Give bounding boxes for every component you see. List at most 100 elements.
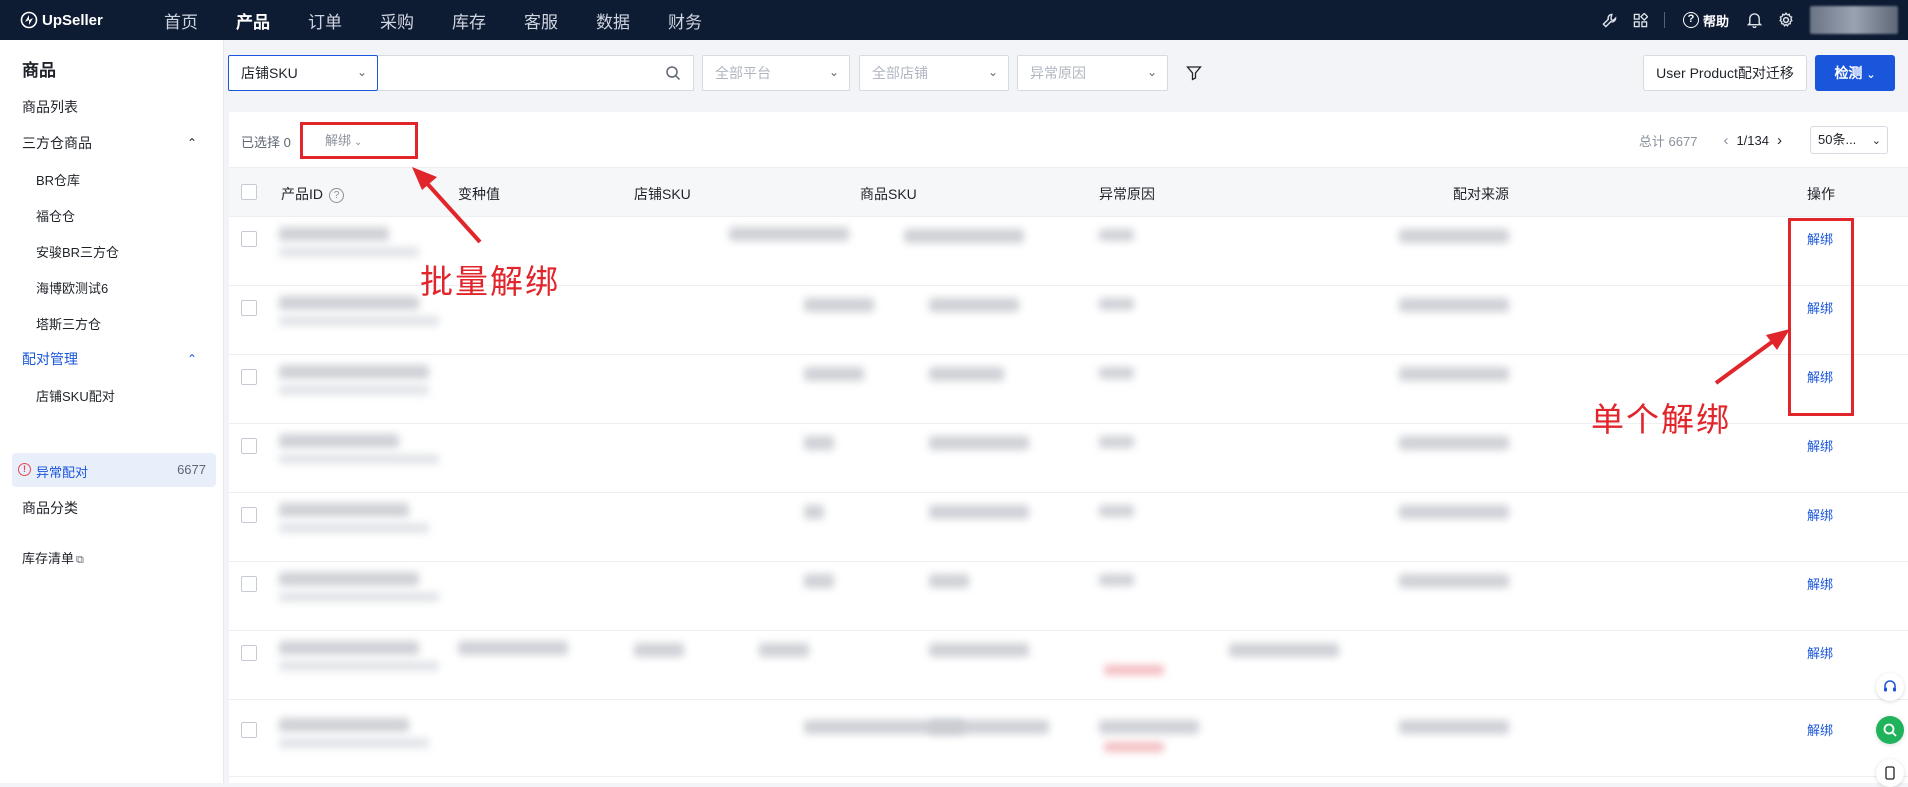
page-indicator: 1/134 bbox=[1736, 132, 1769, 148]
nav-purchase[interactable]: 采购 bbox=[380, 8, 414, 33]
page-size-select[interactable]: 50条... ⌄ bbox=[1810, 126, 1888, 154]
store-select[interactable]: 全部店铺 ⌄ bbox=[859, 55, 1009, 91]
sidebar-item-br-warehouse[interactable]: BR仓库 bbox=[36, 170, 80, 189]
row-checkbox[interactable] bbox=[241, 722, 257, 738]
chevron-down-icon: ⌄ bbox=[1871, 135, 1881, 147]
platform-select[interactable]: 全部平台 ⌄ bbox=[702, 55, 850, 91]
wrench-icon[interactable] bbox=[1602, 13, 1617, 28]
row-unbind-link[interactable]: 解绑 bbox=[1807, 720, 1833, 739]
bell-icon[interactable] bbox=[1747, 12, 1762, 28]
col-product-id: 产品ID? bbox=[281, 184, 344, 204]
redacted-cell bbox=[804, 436, 834, 450]
col-actions: 操作 bbox=[1807, 186, 1835, 202]
nav-home[interactable]: 首页 bbox=[164, 8, 198, 33]
sidebar-item-haibo-test[interactable]: 海博欧测试6 bbox=[36, 278, 108, 297]
row-checkbox[interactable] bbox=[241, 231, 257, 247]
nav-data[interactable]: 数据 bbox=[596, 8, 630, 33]
search-icon[interactable] bbox=[665, 65, 681, 86]
selected-label: 已选择 bbox=[241, 135, 281, 150]
redacted-cell bbox=[279, 385, 429, 395]
filter-icon[interactable] bbox=[1186, 65, 1202, 86]
redacted-cell bbox=[279, 523, 429, 533]
search-float-icon[interactable] bbox=[1876, 716, 1904, 744]
row-checkbox[interactable] bbox=[241, 300, 257, 316]
sidebar-title: 商品 bbox=[22, 61, 56, 80]
batch-unbind-highlight bbox=[300, 122, 418, 159]
col-product-sku: 商品SKU bbox=[860, 186, 917, 202]
sidebar-item-abnormal-pairing[interactable]: ! 异常配对 6677 bbox=[12, 453, 216, 487]
redacted-cell bbox=[279, 454, 439, 464]
help-icon[interactable]: ? bbox=[329, 188, 344, 203]
redacted-cell bbox=[804, 505, 824, 519]
headset-icon[interactable] bbox=[1876, 673, 1904, 701]
nav-orders[interactable]: 订单 bbox=[308, 8, 342, 33]
row-unbind-link[interactable]: 解绑 bbox=[1807, 574, 1833, 593]
sidebar-item-anjun-br[interactable]: 安骏BR三方仓 bbox=[36, 242, 119, 261]
abnormal-count: 6677 bbox=[177, 462, 206, 477]
user-avatar[interactable] bbox=[1810, 6, 1898, 34]
redacted-cell bbox=[929, 720, 1049, 734]
apps-grid-icon[interactable] bbox=[1633, 12, 1648, 28]
pagination: 总计 6677 ‹ 1/134 › 50条... ⌄ bbox=[1639, 126, 1888, 154]
redacted-cell bbox=[804, 298, 874, 312]
search-input[interactable] bbox=[378, 55, 694, 91]
total-count: 总计 6677 bbox=[1638, 133, 1698, 149]
help-button[interactable]: ? 帮助 bbox=[1682, 11, 1729, 30]
nav-finance[interactable]: 财务 bbox=[668, 8, 702, 33]
single-unbind-annotation: 单个解绑 bbox=[1591, 400, 1731, 439]
nav-inventory[interactable]: 库存 bbox=[452, 8, 486, 33]
sidebar-item-product-list[interactable]: 商品列表 bbox=[22, 97, 78, 117]
row-checkbox[interactable] bbox=[241, 369, 257, 385]
redacted-cell bbox=[804, 574, 834, 588]
redacted-cell bbox=[1099, 720, 1199, 734]
nav-products[interactable]: 产品 bbox=[236, 8, 270, 33]
next-page-icon[interactable]: › bbox=[1777, 132, 1782, 149]
chevron-up-icon[interactable]: ⌃ bbox=[187, 352, 197, 366]
prev-page-icon[interactable]: ‹ bbox=[1723, 132, 1728, 149]
sidebar-item-inventory-list[interactable]: 库存清单 ⧉ bbox=[22, 548, 84, 567]
redacted-cell bbox=[1104, 742, 1164, 752]
reason-select[interactable]: 异常原因 ⌄ bbox=[1017, 55, 1168, 91]
redacted-cell bbox=[759, 643, 809, 657]
redacted-cell bbox=[1399, 367, 1509, 381]
batch-unbind-annotation: 批量解绑 bbox=[420, 262, 560, 301]
redacted-cell bbox=[279, 572, 419, 586]
detect-label: 检测 bbox=[1834, 65, 1863, 81]
sidebar-group-pairing[interactable]: 配对管理 bbox=[22, 349, 78, 369]
single-unbind-highlight bbox=[1788, 218, 1854, 416]
nav-service[interactable]: 客服 bbox=[524, 8, 558, 33]
brand-icon bbox=[20, 11, 38, 29]
table-row: 解绑 bbox=[229, 708, 1908, 777]
brand-logo[interactable]: UpSeller bbox=[20, 11, 140, 29]
row-checkbox[interactable] bbox=[241, 645, 257, 661]
row-unbind-link[interactable]: 解绑 bbox=[1807, 643, 1833, 662]
sku-type-select[interactable]: 店铺SKU ⌄ bbox=[228, 55, 378, 91]
sidebar-item-category[interactable]: 商品分类 bbox=[22, 498, 78, 518]
sidebar-group-third-party[interactable]: 三方仓商品 bbox=[22, 133, 92, 153]
redacted-cell bbox=[279, 365, 429, 379]
select-all-checkbox[interactable] bbox=[241, 184, 257, 200]
row-checkbox[interactable] bbox=[241, 438, 257, 454]
row-unbind-link[interactable]: 解绑 bbox=[1807, 436, 1833, 455]
redacted-cell bbox=[1099, 298, 1134, 310]
sidebar-item-fu-warehouse[interactable]: 福仓仓 bbox=[36, 206, 75, 225]
redacted-cell bbox=[1399, 720, 1509, 734]
redacted-cell bbox=[1099, 367, 1134, 379]
migrate-pairing-button[interactable]: User Product配对迁移 bbox=[1643, 55, 1807, 91]
redacted-cell bbox=[929, 436, 1029, 450]
col-pair-source: 配对来源 bbox=[1453, 186, 1509, 202]
redacted-cell bbox=[1099, 436, 1134, 448]
chevron-up-icon[interactable]: ⌃ bbox=[187, 136, 197, 150]
redacted-cell bbox=[279, 718, 409, 732]
divider bbox=[1663, 12, 1665, 28]
sidebar-item-tasi[interactable]: 塔斯三方仓 bbox=[36, 314, 101, 333]
sidebar-item-store-sku-pairing[interactable]: 店铺SKU配对 bbox=[36, 386, 115, 405]
table-header: 产品ID? 变种值 店铺SKU 商品SKU 异常原因 配对来源 操作 bbox=[229, 167, 1908, 217]
col-store-sku: 店铺SKU bbox=[634, 186, 691, 202]
row-checkbox[interactable] bbox=[241, 507, 257, 523]
detect-button[interactable]: 检测 ⌄ bbox=[1815, 55, 1895, 91]
gear-icon[interactable] bbox=[1778, 12, 1794, 28]
redacted-cell bbox=[1099, 574, 1134, 586]
row-checkbox[interactable] bbox=[241, 576, 257, 592]
row-unbind-link[interactable]: 解绑 bbox=[1807, 505, 1833, 524]
